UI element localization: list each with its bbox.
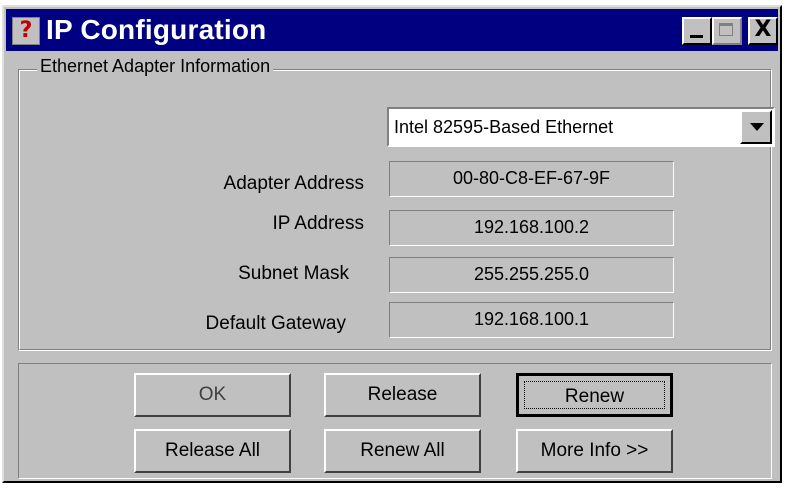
maximize-button[interactable] <box>712 17 742 45</box>
minimize-button[interactable] <box>682 17 712 45</box>
renew-button[interactable]: Renew <box>516 373 673 417</box>
renew-all-button[interactable]: Renew All <box>324 429 481 473</box>
default-gateway-label: Default Gateway <box>205 313 346 334</box>
adapter-address-label: Adapter Address <box>223 173 364 194</box>
window-title: IP Configuration <box>46 14 267 45</box>
ok-button[interactable]: OK <box>134 373 291 417</box>
renew-button-label: Renew <box>524 381 665 409</box>
more-info-button[interactable]: More Info >> <box>516 429 673 473</box>
release-button[interactable]: Release <box>324 373 481 417</box>
title-bar[interactable]: ? IP Configuration X <box>6 9 778 51</box>
subnet-mask-label: Subnet Mask <box>238 263 349 284</box>
ip-address-value: 192.168.100.2 <box>389 210 674 246</box>
ip-address-label: IP Address <box>272 213 364 234</box>
subnet-mask-value: 255.255.255.0 <box>389 257 674 293</box>
ip-config-icon: ? <box>12 17 40 45</box>
adapter-address-value: 00-80-C8-EF-67-9F <box>389 161 674 197</box>
close-button[interactable]: X <box>748 17 778 45</box>
default-gateway-value: 192.168.100.1 <box>389 302 674 338</box>
adapter-select-value: Intel 82595-Based Ethernet <box>394 117 614 137</box>
chevron-down-icon[interactable] <box>740 110 772 144</box>
group-label: Ethernet Adapter Information <box>37 56 274 77</box>
release-all-button[interactable]: Release All <box>134 429 291 473</box>
ip-configuration-window: ? IP Configuration X Ethernet Adapter In… <box>2 5 782 483</box>
adapter-select[interactable]: Intel 82595-Based Ethernet <box>387 107 775 147</box>
